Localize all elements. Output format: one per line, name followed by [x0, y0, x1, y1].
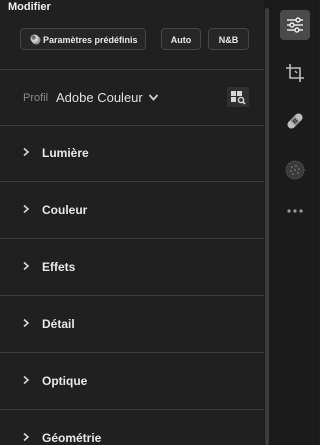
more-tools-button[interactable]	[280, 196, 310, 226]
chevron-right-icon	[23, 147, 30, 157]
edit-panel: Modifier Paramètres prédéfinis Auto N&B …	[0, 0, 264, 445]
divider	[0, 409, 264, 410]
section-label: Lumière	[42, 146, 89, 160]
section-effets[interactable]: Effets	[0, 247, 264, 287]
divider	[0, 352, 264, 353]
profile-dropdown[interactable]: Adobe Couleur	[56, 90, 143, 105]
lightroom-edit-panel-window: Modifier Paramètres prédéfinis Auto N&B …	[0, 0, 319, 445]
divider	[0, 238, 264, 239]
section-label: Détail	[42, 317, 75, 331]
masking-tool-button[interactable]	[280, 154, 310, 184]
profile-browser-button[interactable]	[227, 87, 249, 107]
section-label: Couleur	[42, 203, 88, 217]
section-label: Géométrie	[42, 431, 102, 445]
section-optique[interactable]: Optique	[0, 361, 264, 401]
divider	[0, 69, 264, 70]
section-couleur[interactable]: Couleur	[0, 190, 264, 230]
profile-label: Profil	[23, 92, 49, 104]
presets-button-label: Paramètres prédéfinis	[43, 35, 138, 45]
section-lumiere[interactable]: Lumière	[0, 133, 264, 173]
chevron-right-icon	[23, 375, 30, 385]
presets-button[interactable]: Paramètres prédéfinis	[20, 28, 146, 50]
more-icon	[287, 209, 303, 213]
divider	[0, 295, 264, 296]
chevron-right-icon	[23, 318, 30, 328]
masking-circle-icon	[285, 160, 305, 180]
chevron-right-icon	[23, 261, 30, 271]
crop-icon	[286, 64, 304, 82]
auto-button[interactable]: Auto	[161, 28, 201, 50]
chevron-down-icon[interactable]	[148, 93, 159, 102]
divider	[0, 181, 264, 182]
edit-tool-button[interactable]	[280, 10, 310, 40]
chevron-right-icon	[23, 432, 30, 442]
healing-tool-button[interactable]	[280, 106, 310, 136]
scrollbar-thumb[interactable]	[265, 8, 269, 445]
healing-bandage-icon	[287, 113, 303, 129]
panel-title: Modifier	[8, 1, 51, 13]
black-and-white-button[interactable]: N&B	[208, 28, 249, 50]
sliders-icon	[287, 17, 303, 33]
profile-row: Profil Adobe Couleur	[0, 86, 264, 110]
presets-icon	[30, 34, 41, 45]
profile-browser-icon	[231, 91, 246, 105]
divider	[0, 125, 264, 126]
chevron-right-icon	[23, 204, 30, 214]
section-label: Effets	[42, 260, 76, 274]
section-label: Optique	[42, 374, 88, 388]
section-geometrie[interactable]: Géométrie	[0, 418, 264, 445]
crop-tool-button[interactable]	[280, 58, 310, 88]
tool-strip	[270, 0, 319, 445]
section-detail[interactable]: Détail	[0, 304, 264, 344]
